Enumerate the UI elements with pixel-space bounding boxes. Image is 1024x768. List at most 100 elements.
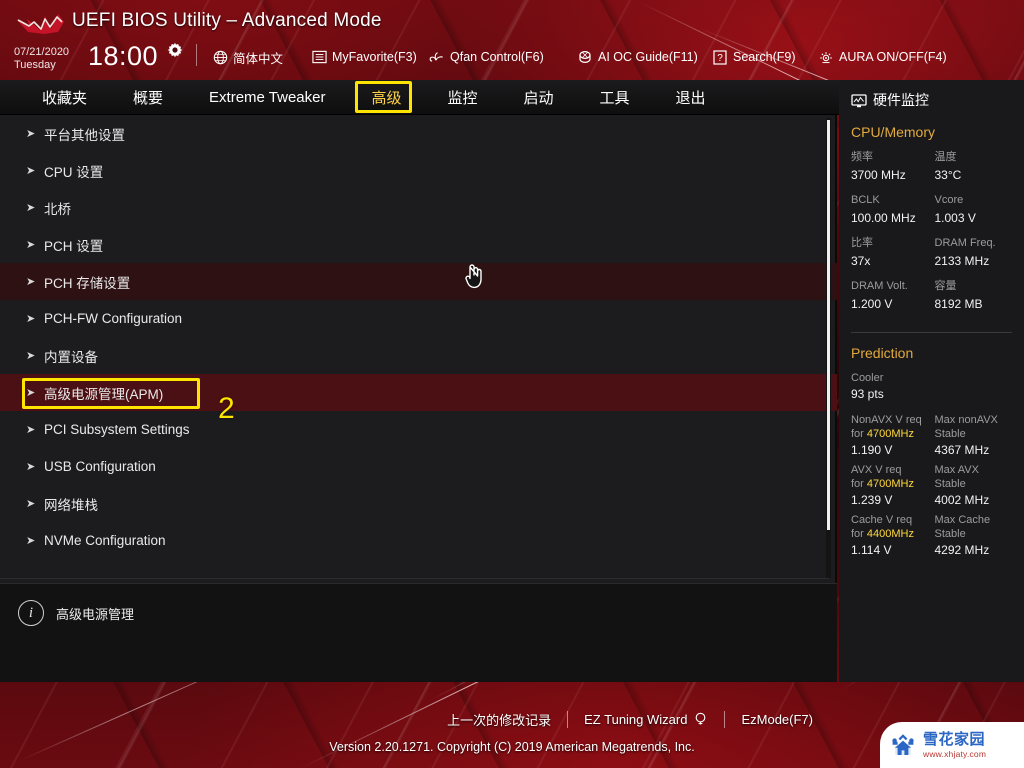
- metric-label: BCLK: [851, 194, 880, 206]
- cpu-memory-heading: CPU/Memory: [851, 124, 936, 140]
- chevron-right-icon: ➤: [26, 387, 36, 399]
- pred-label: Max Cache: [934, 514, 991, 526]
- last-modified-link[interactable]: 上一次的修改记录: [431, 710, 567, 729]
- copyright-text: Version 2.20.1271. Copyright (C) 2019 Am…: [329, 740, 695, 754]
- hw-divider: [851, 332, 1012, 333]
- help-description-bar: i 高级电源管理: [0, 583, 837, 682]
- question-icon: ?: [712, 49, 728, 65]
- tool-label: AURA ON/OFF(F4): [839, 50, 947, 64]
- pred-label: AVX V req: [851, 464, 902, 476]
- pred-value: 1.114 V: [851, 543, 892, 557]
- menu-item-pci-subsystem[interactable]: ➤ PCI Subsystem Settings: [0, 411, 837, 448]
- prediction-row: NonAVX V req for 4700MHz 1.190 V Max non…: [851, 413, 1012, 459]
- pred-value: 4002 MHz: [934, 493, 990, 507]
- pred-sublabel: Stable: [934, 428, 966, 440]
- tool-aura[interactable]: AURA ON/OFF(F4): [818, 47, 947, 67]
- menu-item-label: 网络堆栈: [44, 497, 98, 513]
- cooler-block: Cooler 93 pts: [851, 371, 1012, 403]
- prediction-row: Cache V req for 4400MHz 1.114 V Max Cach…: [851, 513, 1012, 559]
- prediction-row: AVX V req for 4700MHz 1.239 V Max AVX St…: [851, 463, 1012, 509]
- menu-item-label: PCH 设置: [44, 238, 104, 254]
- tab-label: 收藏夹: [42, 89, 88, 107]
- tab-summary[interactable]: 概要: [131, 84, 165, 111]
- pred-value: 1.190 V: [851, 443, 893, 457]
- metric-label: DRAM Volt.: [851, 280, 908, 292]
- bios-screen: UEFI BIOS Utility – Advanced Mode 07/21/…: [0, 0, 1024, 768]
- clock-display: 18:00: [88, 41, 159, 71]
- pred-label: Cache V req: [851, 514, 913, 526]
- ez-tuning-wizard-link[interactable]: EZ Tuning Wizard: [568, 711, 724, 729]
- aura-icon: [818, 49, 834, 65]
- tool-ai-oc-guide[interactable]: AI OC Guide(F11): [577, 47, 698, 67]
- pred-label: Max AVX: [934, 464, 979, 476]
- metric-label: DRAM Freq.: [934, 237, 996, 249]
- footer-link-label: EzMode(F7): [741, 712, 813, 727]
- menu-item-label: 高级电源管理(APM): [44, 386, 164, 402]
- gear-icon[interactable]: [167, 42, 183, 58]
- metric-label: Vcore: [934, 194, 964, 206]
- tab-label: 退出: [675, 89, 706, 107]
- pred-label: Max nonAVX: [934, 414, 998, 426]
- tab-boot[interactable]: 启动: [522, 84, 556, 111]
- metric-value: 1.003 V: [934, 211, 976, 225]
- tab-advanced[interactable]: 高级: [369, 84, 404, 112]
- menu-item-label: CPU 设置: [44, 164, 104, 180]
- menu-item-usb-config[interactable]: ➤ USB Configuration: [0, 448, 837, 485]
- menu-item-pch-storage[interactable]: ➤ PCH 存储设置: [0, 263, 837, 300]
- rog-logo-icon: [16, 14, 64, 34]
- chevron-right-icon: ➤: [26, 350, 36, 362]
- tool-label: Search(F9): [733, 50, 796, 64]
- tab-label: 启动: [523, 89, 554, 107]
- weekday-value: Tuesday: [14, 59, 56, 71]
- tool-search[interactable]: ? Search(F9): [712, 47, 796, 67]
- tool-qfan-control[interactable]: Qfan Control(F6): [429, 47, 544, 67]
- tool-myfavorite[interactable]: MyFavorite(F3): [311, 47, 417, 67]
- date-display: 07/21/2020 Tuesday: [14, 46, 69, 72]
- menu-item-onboard-devices[interactable]: ➤ 内置设备: [0, 337, 837, 374]
- metric-value: 1.200 V: [851, 297, 893, 311]
- prediction-heading: Prediction: [851, 345, 914, 361]
- metric-label: 比率: [851, 237, 873, 249]
- tab-favorites[interactable]: 收藏夹: [40, 84, 89, 111]
- metric-value: 2133 MHz: [934, 254, 990, 268]
- globe-icon: [212, 49, 228, 65]
- menu-item-network-stack[interactable]: ➤ 网络堆栈: [0, 485, 837, 522]
- pred-sublabel: for 4700MHz: [851, 478, 914, 490]
- tab-monitor[interactable]: 监控: [445, 84, 479, 111]
- tool-language[interactable]: 简体中文: [212, 47, 283, 67]
- menu-item-label: 内置设备: [44, 349, 98, 365]
- hardware-monitor-panel: 硬件监控 CPU/Memory 频率 温度 3700 MHz 33°C BCLK…: [839, 80, 1024, 682]
- bulb-icon: [693, 711, 708, 729]
- menu-item-cpu-config[interactable]: ➤ CPU 设置: [0, 152, 837, 189]
- menu-item-label: 平台其他设置: [44, 127, 125, 143]
- pred-value: 1.239 V: [851, 493, 893, 507]
- cooler-label: Cooler: [851, 372, 884, 384]
- menu-item-nvme-config[interactable]: ➤ NVMe Configuration: [0, 522, 837, 559]
- tool-label: Qfan Control(F6): [450, 50, 544, 64]
- header-bar: UEFI BIOS Utility – Advanced Mode 07/21/…: [0, 0, 1024, 80]
- menu-item-northbridge[interactable]: ➤ 北桥: [0, 189, 837, 226]
- tab-exit[interactable]: 退出: [674, 84, 708, 111]
- tool-label: MyFavorite(F3): [332, 50, 417, 64]
- tab-tool[interactable]: 工具: [598, 84, 632, 111]
- metric-value: 37x: [851, 254, 871, 268]
- svg-text:?: ?: [717, 53, 723, 64]
- info-icon: i: [18, 600, 44, 626]
- menu-scrollbar-thumb[interactable]: [827, 120, 830, 530]
- menu-item-platform-misc[interactable]: ➤ 平台其他设置: [0, 115, 837, 152]
- menu-item-pch-config[interactable]: ➤ PCH 设置: [0, 226, 837, 263]
- ezmode-link[interactable]: EzMode(F7): [725, 712, 837, 727]
- menu-item-apm[interactable]: ➤ 高级电源管理(APM): [0, 374, 837, 411]
- metric-value: 100.00 MHz: [851, 211, 916, 225]
- chevron-right-icon: ➤: [26, 498, 36, 510]
- chevron-right-icon: ➤: [26, 239, 36, 251]
- chevron-right-icon: ➤: [26, 128, 36, 140]
- tab-extreme-tweaker[interactable]: Extreme Tweaker: [207, 86, 327, 109]
- menu-item-label: NVMe Configuration: [44, 533, 166, 548]
- pred-label: NonAVX V req: [851, 414, 922, 426]
- pred-sublabel: for 4400MHz: [851, 528, 914, 540]
- menu-item-pch-fw[interactable]: ➤ PCH-FW Configuration: [0, 300, 837, 337]
- site-watermark: 雪花家园 www.xhjaty.com: [880, 722, 1024, 768]
- tab-label: 高级: [371, 89, 402, 107]
- watermark-url: www.xhjaty.com: [923, 748, 987, 759]
